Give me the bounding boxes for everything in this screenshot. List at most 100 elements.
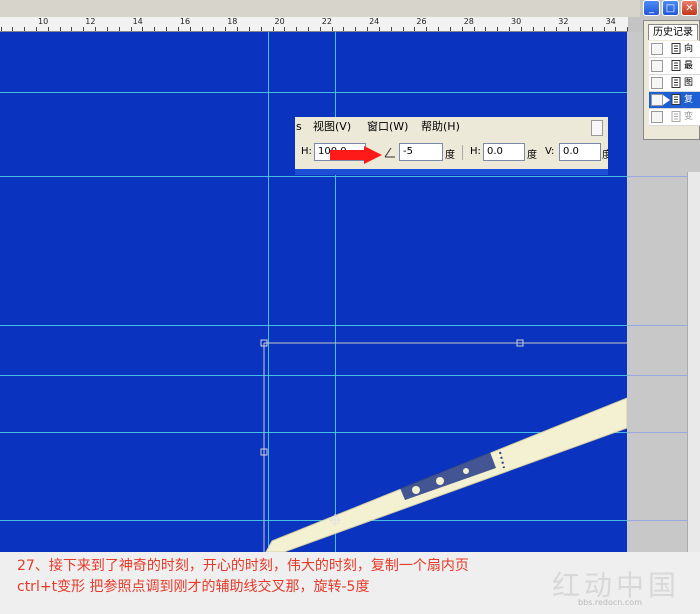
menu-item-window[interactable]: 窗口(W) <box>367 117 408 137</box>
maximize-button[interactable]: □ <box>662 0 679 16</box>
snapshot-checkbox[interactable] <box>651 94 663 106</box>
ruler-tick <box>213 27 215 31</box>
skew-h-label: H: <box>470 146 481 157</box>
ruler-tick <box>402 27 404 31</box>
angle-unit: 度 <box>445 150 455 161</box>
ruler-tick <box>343 27 345 31</box>
close-button[interactable]: ✕ <box>681 0 698 16</box>
document-icon <box>671 60 681 71</box>
ruler-tick <box>83 27 85 31</box>
document-icon <box>671 43 681 54</box>
skew-v-label: V: <box>545 146 555 157</box>
ruler-tick <box>166 27 168 31</box>
ruler-tick <box>177 27 179 31</box>
history-item-label: 复 <box>684 95 694 105</box>
skew-v-input[interactable]: 0.0 <box>559 143 601 161</box>
snapshot-checkbox[interactable] <box>651 60 663 72</box>
history-tab[interactable]: 历史记录 <box>648 24 698 40</box>
skew-v-unit: 度 <box>602 150 608 161</box>
ruler-tick <box>307 27 309 31</box>
ruler-tick <box>201 27 203 31</box>
history-item[interactable]: 向 <box>649 41 700 58</box>
window-controls: _ □ ✕ <box>643 0 698 17</box>
minimize-button[interactable]: _ <box>643 0 660 16</box>
ruler-number: 22 <box>321 17 332 26</box>
ruler-tick <box>95 27 97 31</box>
ruler-number: 16 <box>179 17 191 26</box>
ruler-tick <box>520 27 522 31</box>
ruler-tick <box>248 27 250 31</box>
transform-layer <box>260 339 627 552</box>
caption-line-1: 27、接下来到了神奇的时刻，开心的时刻，伟大的时刻，复制一个扇内页 <box>17 558 469 574</box>
snapshot-checkbox[interactable] <box>651 43 663 55</box>
ruler-tick <box>579 27 581 31</box>
fan-stick <box>265 397 627 552</box>
ruler-tick <box>414 27 416 31</box>
horizontal-ruler: 10 12 14 16 18 20 22 24 26 28 30 32 34 <box>0 17 628 32</box>
ruler-number: 26 <box>416 17 427 26</box>
history-item-label: 最 <box>684 61 694 71</box>
rotate-angle-input[interactable]: -5 <box>399 143 443 161</box>
history-panel: 历史记录 向 最 图 复 变 <box>643 20 700 140</box>
history-item[interactable]: 变 <box>649 109 700 126</box>
ruler-tick <box>331 27 333 31</box>
ruler-tick <box>142 27 144 31</box>
ruler-tick <box>130 27 132 31</box>
ruler-tick <box>426 27 428 31</box>
ruler-tick <box>568 27 570 31</box>
ruler-tick <box>378 27 380 31</box>
ruler-tick <box>272 27 274 31</box>
ruler-number: 34 <box>605 17 616 26</box>
ruler-number: 24 <box>369 17 380 26</box>
height-label: H: <box>301 146 312 157</box>
skew-h-input[interactable]: 0.0 <box>483 143 525 161</box>
ruler-tick <box>71 27 73 31</box>
document-icon <box>671 111 681 122</box>
ruler-tick <box>189 27 191 31</box>
ruler-tick <box>461 27 463 31</box>
caption-line-2: ctrl+t变形 把参照点调到刚才的辅助线交叉那，旋转-5度 <box>17 579 370 595</box>
ruler-tick <box>106 27 108 31</box>
ruler-tick <box>603 27 605 31</box>
ruler-tick <box>36 27 37 31</box>
ruler-tick <box>24 27 26 31</box>
history-item-label: 图 <box>684 78 694 88</box>
snapshot-checkbox[interactable] <box>651 77 663 89</box>
ruler-number: 12 <box>85 17 96 26</box>
ruler-tick <box>556 27 558 31</box>
ruler-tick <box>367 27 369 31</box>
ruler-tick <box>12 27 14 31</box>
ruler-tick <box>544 27 546 31</box>
history-item-selected[interactable]: 复 <box>649 92 700 109</box>
ruler-number: 32 <box>558 17 569 26</box>
title-bar <box>0 0 640 17</box>
menu-item-view[interactable]: 视图(V) <box>313 117 351 137</box>
ruler-tick <box>319 27 321 31</box>
ruler-tick <box>390 27 392 31</box>
panel-scroll-handle[interactable] <box>591 120 603 136</box>
ruler-tick <box>118 27 120 31</box>
red-arrow-annotation-icon <box>330 146 382 164</box>
watermark-url: bbs.redocn.com <box>578 598 642 607</box>
vertical-scrollbar[interactable] <box>687 172 700 582</box>
separator <box>462 145 463 160</box>
ruler-tick <box>615 27 617 31</box>
ruler-tick <box>296 27 298 31</box>
ruler-tick <box>497 27 499 31</box>
ruler-tick <box>627 27 628 31</box>
document-canvas[interactable] <box>0 32 627 552</box>
ruler-tick <box>237 27 239 31</box>
menu-item-help[interactable]: 帮助(H) <box>421 117 460 137</box>
ruler-tick <box>260 27 262 31</box>
ruler-number: 20 <box>274 17 285 26</box>
history-item[interactable]: 最 <box>649 58 700 75</box>
ruler-tick <box>154 27 156 31</box>
ruler-number: 10 <box>38 17 49 26</box>
snapshot-checkbox[interactable] <box>651 111 663 123</box>
ruler-number: 28 <box>463 17 474 26</box>
history-item[interactable]: 图 <box>649 75 700 92</box>
ruler-tick <box>591 27 593 31</box>
menu-item-cut[interactable]: s <box>296 117 302 137</box>
ruler-tick <box>509 27 510 31</box>
document-icon <box>671 94 681 105</box>
